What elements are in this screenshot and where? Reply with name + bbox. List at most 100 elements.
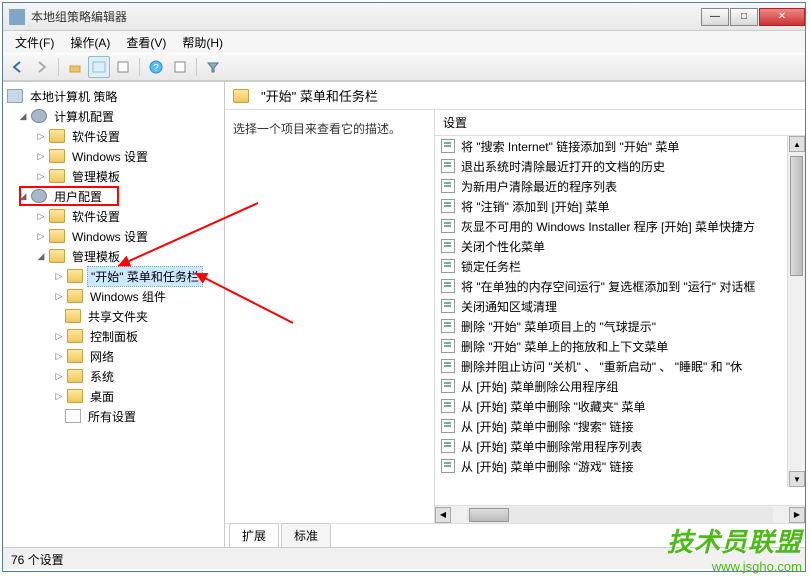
setting-item[interactable]: 删除并阻止访问 "关机" 、 "重新启动" 、 "睡眠" 和 "休 bbox=[435, 356, 805, 376]
tree-all-settings[interactable]: 所有设置 bbox=[3, 406, 224, 426]
tree-cc-software[interactable]: ▷ 软件设置 bbox=[3, 126, 224, 146]
titlebar[interactable]: 本地组策略编辑器 — □ ✕ bbox=[3, 3, 805, 31]
tab-standard[interactable]: 标准 bbox=[281, 523, 331, 547]
folder-icon bbox=[49, 209, 65, 223]
setting-item-icon bbox=[441, 279, 455, 293]
tree-cc-admin[interactable]: ▷ 管理模板 bbox=[3, 166, 224, 186]
settings-column-header[interactable]: 设置 bbox=[435, 110, 805, 136]
forward-button[interactable] bbox=[31, 56, 53, 78]
up-button[interactable] bbox=[64, 56, 86, 78]
setting-item[interactable]: 为新用户清除最近的程序列表 bbox=[435, 176, 805, 196]
tree-computer-config[interactable]: ◢ 计算机配置 bbox=[3, 106, 224, 126]
tree-start-taskbar[interactable]: ▷ "开始" 菜单和任务栏 bbox=[3, 266, 224, 286]
scroll-up-button[interactable]: ▲ bbox=[789, 136, 805, 152]
setting-item[interactable]: 删除 "开始" 菜单上的拖放和上下文菜单 bbox=[435, 336, 805, 356]
setting-item-label: 从 [开始] 菜单删除公用程序组 bbox=[461, 378, 618, 395]
setting-item[interactable]: 从 [开始] 菜单中删除常用程序列表 bbox=[435, 436, 805, 456]
setting-item-icon bbox=[441, 419, 455, 433]
setting-item[interactable]: 将 "注销" 添加到 [开始] 菜单 bbox=[435, 196, 805, 216]
setting-item[interactable]: 从 [开始] 菜单中删除 "搜索" 链接 bbox=[435, 416, 805, 436]
expander-icon[interactable]: ◢ bbox=[17, 110, 29, 122]
setting-item-label: 从 [开始] 菜单中删除常用程序列表 bbox=[461, 438, 642, 455]
tab-extended[interactable]: 扩展 bbox=[229, 523, 279, 547]
folder-icon bbox=[67, 389, 83, 403]
filter-button[interactable] bbox=[202, 56, 224, 78]
tree-root[interactable]: 本地计算机 策略 bbox=[3, 86, 224, 106]
right-header-title: "开始" 菜单和任务栏 bbox=[261, 86, 378, 105]
watermark-url: www.jsgho.com bbox=[667, 559, 802, 574]
window-title: 本地组策略编辑器 bbox=[31, 8, 700, 25]
tree-network[interactable]: ▷ 网络 bbox=[3, 346, 224, 366]
refresh-button[interactable] bbox=[169, 56, 191, 78]
menu-help[interactable]: 帮助(H) bbox=[174, 32, 231, 53]
setting-item-icon bbox=[441, 379, 455, 393]
tree-uc-windows[interactable]: ▷ Windows 设置 bbox=[3, 226, 224, 246]
setting-item[interactable]: 退出系统时清除最近打开的文档的历史 bbox=[435, 156, 805, 176]
scroll-right-button[interactable]: ▶ bbox=[789, 507, 805, 523]
expander-icon[interactable]: ▷ bbox=[53, 330, 65, 342]
setting-item[interactable]: 删除 "开始" 菜单项目上的 "气球提示" bbox=[435, 316, 805, 336]
expander-icon[interactable]: ▷ bbox=[53, 350, 65, 362]
expander-icon[interactable]: ▷ bbox=[35, 130, 47, 142]
help-button[interactable]: ? bbox=[145, 56, 167, 78]
toolbar: ? bbox=[3, 53, 805, 81]
setting-item-label: 灰显不可用的 Windows Installer 程序 [开始] 菜单快捷方 bbox=[461, 218, 755, 235]
setting-item[interactable]: 锁定任务栏 bbox=[435, 256, 805, 276]
expander-icon[interactable]: ▷ bbox=[35, 230, 47, 242]
expander-icon[interactable]: ▷ bbox=[53, 390, 65, 402]
scroll-left-button[interactable]: ◀ bbox=[435, 507, 451, 523]
folder-icon bbox=[49, 129, 65, 143]
close-button[interactable]: ✕ bbox=[759, 8, 805, 26]
minimize-button[interactable]: — bbox=[701, 8, 729, 26]
expander-icon[interactable]: ▷ bbox=[53, 290, 65, 302]
expander-icon[interactable]: ▷ bbox=[35, 210, 47, 222]
setting-item[interactable]: 灰显不可用的 Windows Installer 程序 [开始] 菜单快捷方 bbox=[435, 216, 805, 236]
menu-file[interactable]: 文件(F) bbox=[7, 32, 62, 53]
setting-item[interactable]: 将 "在单独的内存空间运行" 复选框添加到 "运行" 对话框 bbox=[435, 276, 805, 296]
setting-item-icon bbox=[441, 179, 455, 193]
expander-icon[interactable]: ▷ bbox=[35, 150, 47, 162]
vertical-scrollbar[interactable]: ▲ ▼ bbox=[787, 136, 805, 487]
tree-win-components[interactable]: ▷ Windows 组件 bbox=[3, 286, 224, 306]
menu-action[interactable]: 操作(A) bbox=[62, 32, 118, 53]
setting-item[interactable]: 关闭通知区域清理 bbox=[435, 296, 805, 316]
scroll-down-button[interactable]: ▼ bbox=[789, 471, 805, 487]
tree-control-panel[interactable]: ▷ 控制面板 bbox=[3, 326, 224, 346]
scroll-thumb-h[interactable] bbox=[469, 508, 509, 522]
tree-system[interactable]: ▷ 系统 bbox=[3, 366, 224, 386]
back-button[interactable] bbox=[7, 56, 29, 78]
expander-icon[interactable]: ◢ bbox=[35, 250, 47, 262]
folder-icon bbox=[67, 369, 83, 383]
setting-item[interactable]: 将 "搜索 Internet" 链接添加到 "开始" 菜单 bbox=[435, 136, 805, 156]
expander-icon[interactable]: ▷ bbox=[53, 370, 65, 382]
setting-item-label: 为新用户清除最近的程序列表 bbox=[461, 178, 617, 195]
folder-icon bbox=[67, 329, 83, 343]
tree-shared-folders[interactable]: 共享文件夹 bbox=[3, 306, 224, 326]
window-frame: 本地组策略编辑器 — □ ✕ 文件(F) 操作(A) 查看(V) 帮助(H) ?… bbox=[2, 2, 806, 572]
tree-cc-windows[interactable]: ▷ Windows 设置 bbox=[3, 146, 224, 166]
tree-uc-software[interactable]: ▷ 软件设置 bbox=[3, 206, 224, 226]
settings-list: 将 "搜索 Internet" 链接添加到 "开始" 菜单退出系统时清除最近打开… bbox=[435, 136, 805, 505]
setting-item[interactable]: 从 [开始] 菜单中删除 "游戏" 链接 bbox=[435, 456, 805, 476]
tree-uc-admin[interactable]: ◢ 管理模板 bbox=[3, 246, 224, 266]
horizontal-scrollbar[interactable]: ◀ ▶ bbox=[435, 505, 805, 523]
tree-root-label: 本地计算机 策略 bbox=[27, 87, 120, 106]
tree-desktop[interactable]: ▷ 桌面 bbox=[3, 386, 224, 406]
user-icon bbox=[31, 189, 47, 203]
scroll-thumb-v[interactable] bbox=[790, 156, 803, 276]
setting-item[interactable]: 关闭个性化菜单 bbox=[435, 236, 805, 256]
policy-icon bbox=[7, 89, 23, 103]
expander-icon[interactable]: ▷ bbox=[53, 270, 65, 282]
setting-item[interactable]: 从 [开始] 菜单删除公用程序组 bbox=[435, 376, 805, 396]
folder-icon bbox=[49, 149, 65, 163]
setting-item-label: 将 "搜索 Internet" 链接添加到 "开始" 菜单 bbox=[461, 138, 679, 155]
maximize-button[interactable]: □ bbox=[730, 8, 758, 26]
expander-icon[interactable]: ◢ bbox=[17, 190, 29, 202]
setting-item-icon bbox=[441, 359, 455, 373]
setting-item[interactable]: 从 [开始] 菜单中删除 "收藏夹" 菜单 bbox=[435, 396, 805, 416]
export-button[interactable] bbox=[112, 56, 134, 78]
expander-icon[interactable]: ▷ bbox=[35, 170, 47, 182]
menu-view[interactable]: 查看(V) bbox=[118, 32, 174, 53]
list-view-button[interactable] bbox=[88, 56, 110, 78]
tree-user-config[interactable]: ◢ 用户配置 bbox=[3, 186, 224, 206]
